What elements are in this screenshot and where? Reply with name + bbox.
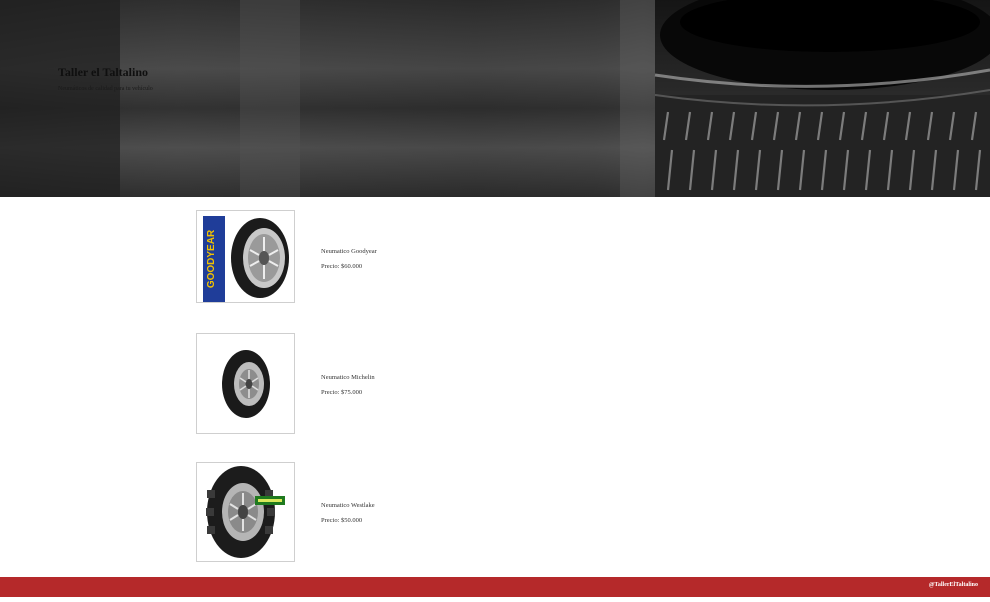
product-card-westlake: Neumatico Westlake Precio: $50.000	[196, 462, 796, 562]
product-name: Neumatico Michelin	[321, 374, 375, 381]
product-info: Neumatico Westlake Precio: $50.000	[321, 498, 375, 528]
product-price: Precio: $50.000	[321, 517, 363, 524]
product-price: Precio: $60.000	[321, 263, 363, 270]
site-title: Taller el Taltalino	[58, 65, 149, 79]
site-footer: @TallerElTaltalino	[0, 577, 990, 597]
product-image-westlake[interactable]	[196, 462, 295, 562]
product-info: Neumatico Goodyear Precio: $60.000	[321, 244, 377, 274]
product-image-goodyear[interactable]: GOODYEAR	[196, 210, 295, 303]
product-card-michelin: Neumatico Michelin Precio: $75.000	[196, 333, 796, 434]
product-price: Precio: $75.000	[321, 389, 363, 396]
hero-banner: Taller el Taltalino Neumáticos de calida…	[0, 0, 990, 197]
site-subtitle: Neumáticos de calidad para tu vehículo	[58, 86, 153, 92]
product-name: Neumatico Westlake	[321, 502, 375, 509]
svg-text:GOODYEAR: GOODYEAR	[206, 229, 217, 288]
product-info: Neumatico Michelin Precio: $75.000	[321, 370, 375, 400]
product-card-goodyear: GOODYEAR Neumatico Goodyear Precio: $60.…	[196, 210, 796, 310]
westlake-tire-icon	[205, 466, 285, 558]
social-handle-link[interactable]: @TallerElTaltalino	[929, 582, 978, 588]
goodyear-tire-icon: GOODYEAR	[202, 215, 289, 302]
tire-background-image	[0, 0, 990, 197]
product-image-michelin[interactable]	[196, 333, 295, 434]
michelin-tire-icon	[221, 349, 270, 418]
product-name: Neumatico Goodyear	[321, 248, 377, 255]
